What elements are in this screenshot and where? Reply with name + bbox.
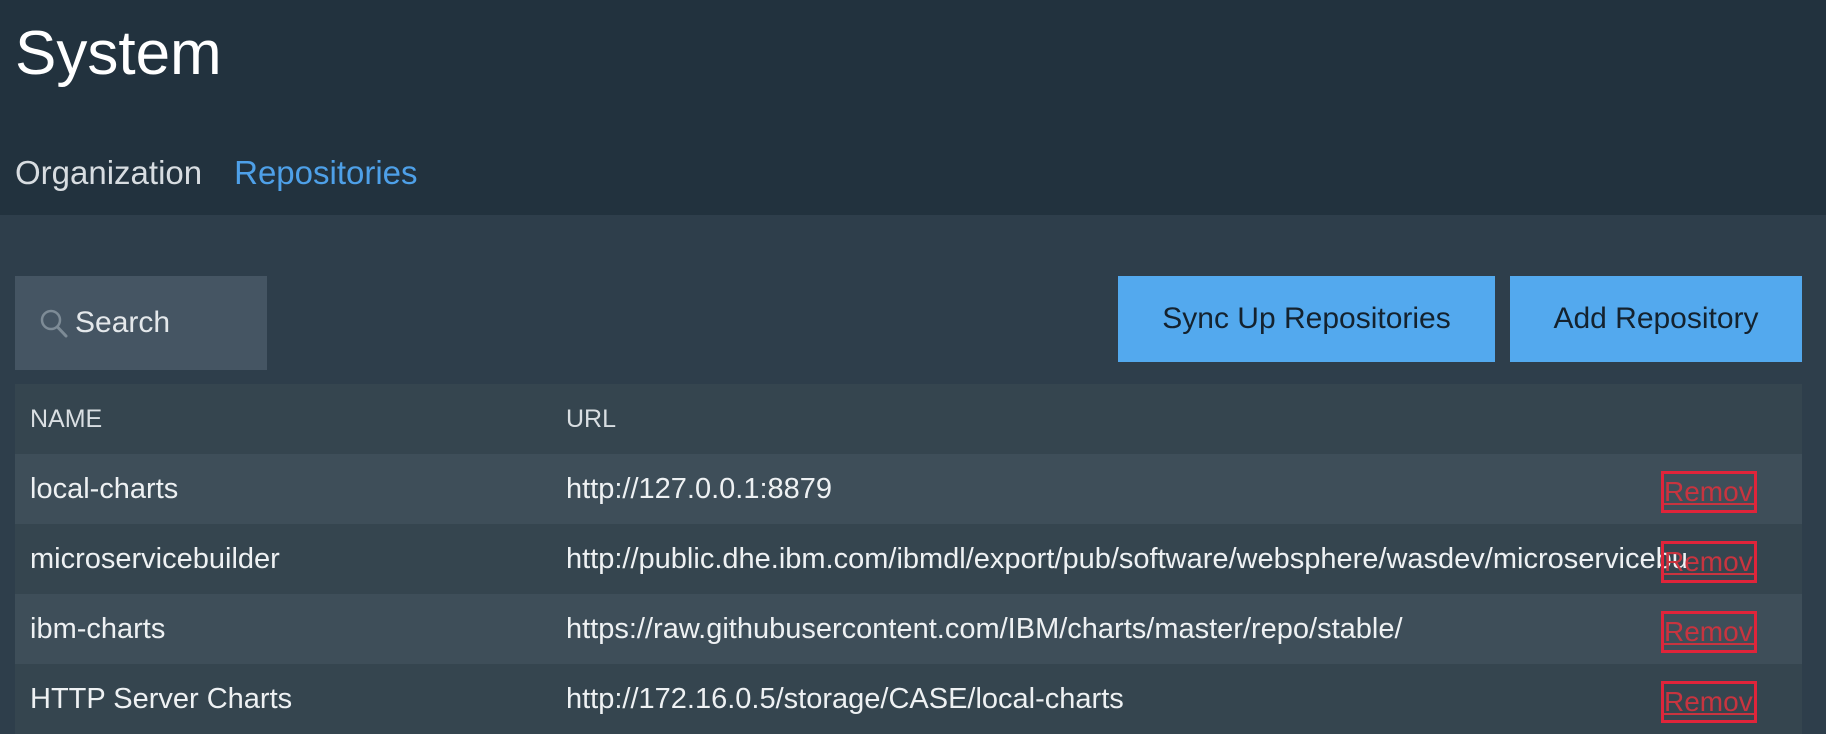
page-header: System Organization Repositories bbox=[0, 0, 1826, 215]
repo-url: http://public.dhe.ibm.com/ibmdl/export/p… bbox=[566, 543, 1688, 575]
search-box[interactable] bbox=[15, 276, 267, 370]
remove-link[interactable]: Remove bbox=[1661, 541, 1757, 583]
search-input[interactable] bbox=[75, 306, 255, 340]
column-header-url[interactable]: URL bbox=[566, 384, 616, 454]
page-title: System bbox=[15, 19, 222, 88]
repo-url: http://172.16.0.5/storage/CASE/local-cha… bbox=[566, 683, 1124, 715]
repo-url: https://raw.githubusercontent.com/IBM/ch… bbox=[566, 613, 1403, 645]
sync-up-repositories-button[interactable]: Sync Up Repositories bbox=[1118, 276, 1495, 362]
repo-name: HTTP Server Charts bbox=[30, 683, 293, 715]
table-row: local-charts http://127.0.0.1:8879 Remov… bbox=[15, 454, 1802, 524]
search-icon bbox=[39, 307, 69, 339]
add-repository-button[interactable]: Add Repository bbox=[1510, 276, 1802, 362]
tab-repositories[interactable]: Repositories bbox=[234, 150, 417, 196]
repo-url: http://127.0.0.1:8879 bbox=[566, 473, 833, 505]
repo-name: ibm-charts bbox=[30, 613, 166, 645]
tab-bar: Organization Repositories bbox=[15, 150, 450, 196]
table-header: NAME URL bbox=[15, 384, 1802, 454]
table-row: microservicebuilder http://public.dhe.ib… bbox=[15, 524, 1802, 594]
repositories-table: NAME URL local-charts http://127.0.0.1:8… bbox=[15, 384, 1802, 734]
repo-name: local-charts bbox=[30, 473, 179, 505]
table-row: ibm-charts https://raw.githubusercontent… bbox=[15, 594, 1802, 664]
column-header-name[interactable]: NAME bbox=[30, 384, 102, 454]
repo-name: microservicebuilder bbox=[30, 543, 280, 575]
remove-link[interactable]: Remove bbox=[1661, 681, 1757, 723]
tab-organization[interactable]: Organization bbox=[15, 150, 202, 196]
remove-link[interactable]: Remove bbox=[1661, 611, 1757, 653]
table-row: HTTP Server Charts http://172.16.0.5/sto… bbox=[15, 664, 1802, 734]
remove-link[interactable]: Remove bbox=[1661, 471, 1757, 513]
